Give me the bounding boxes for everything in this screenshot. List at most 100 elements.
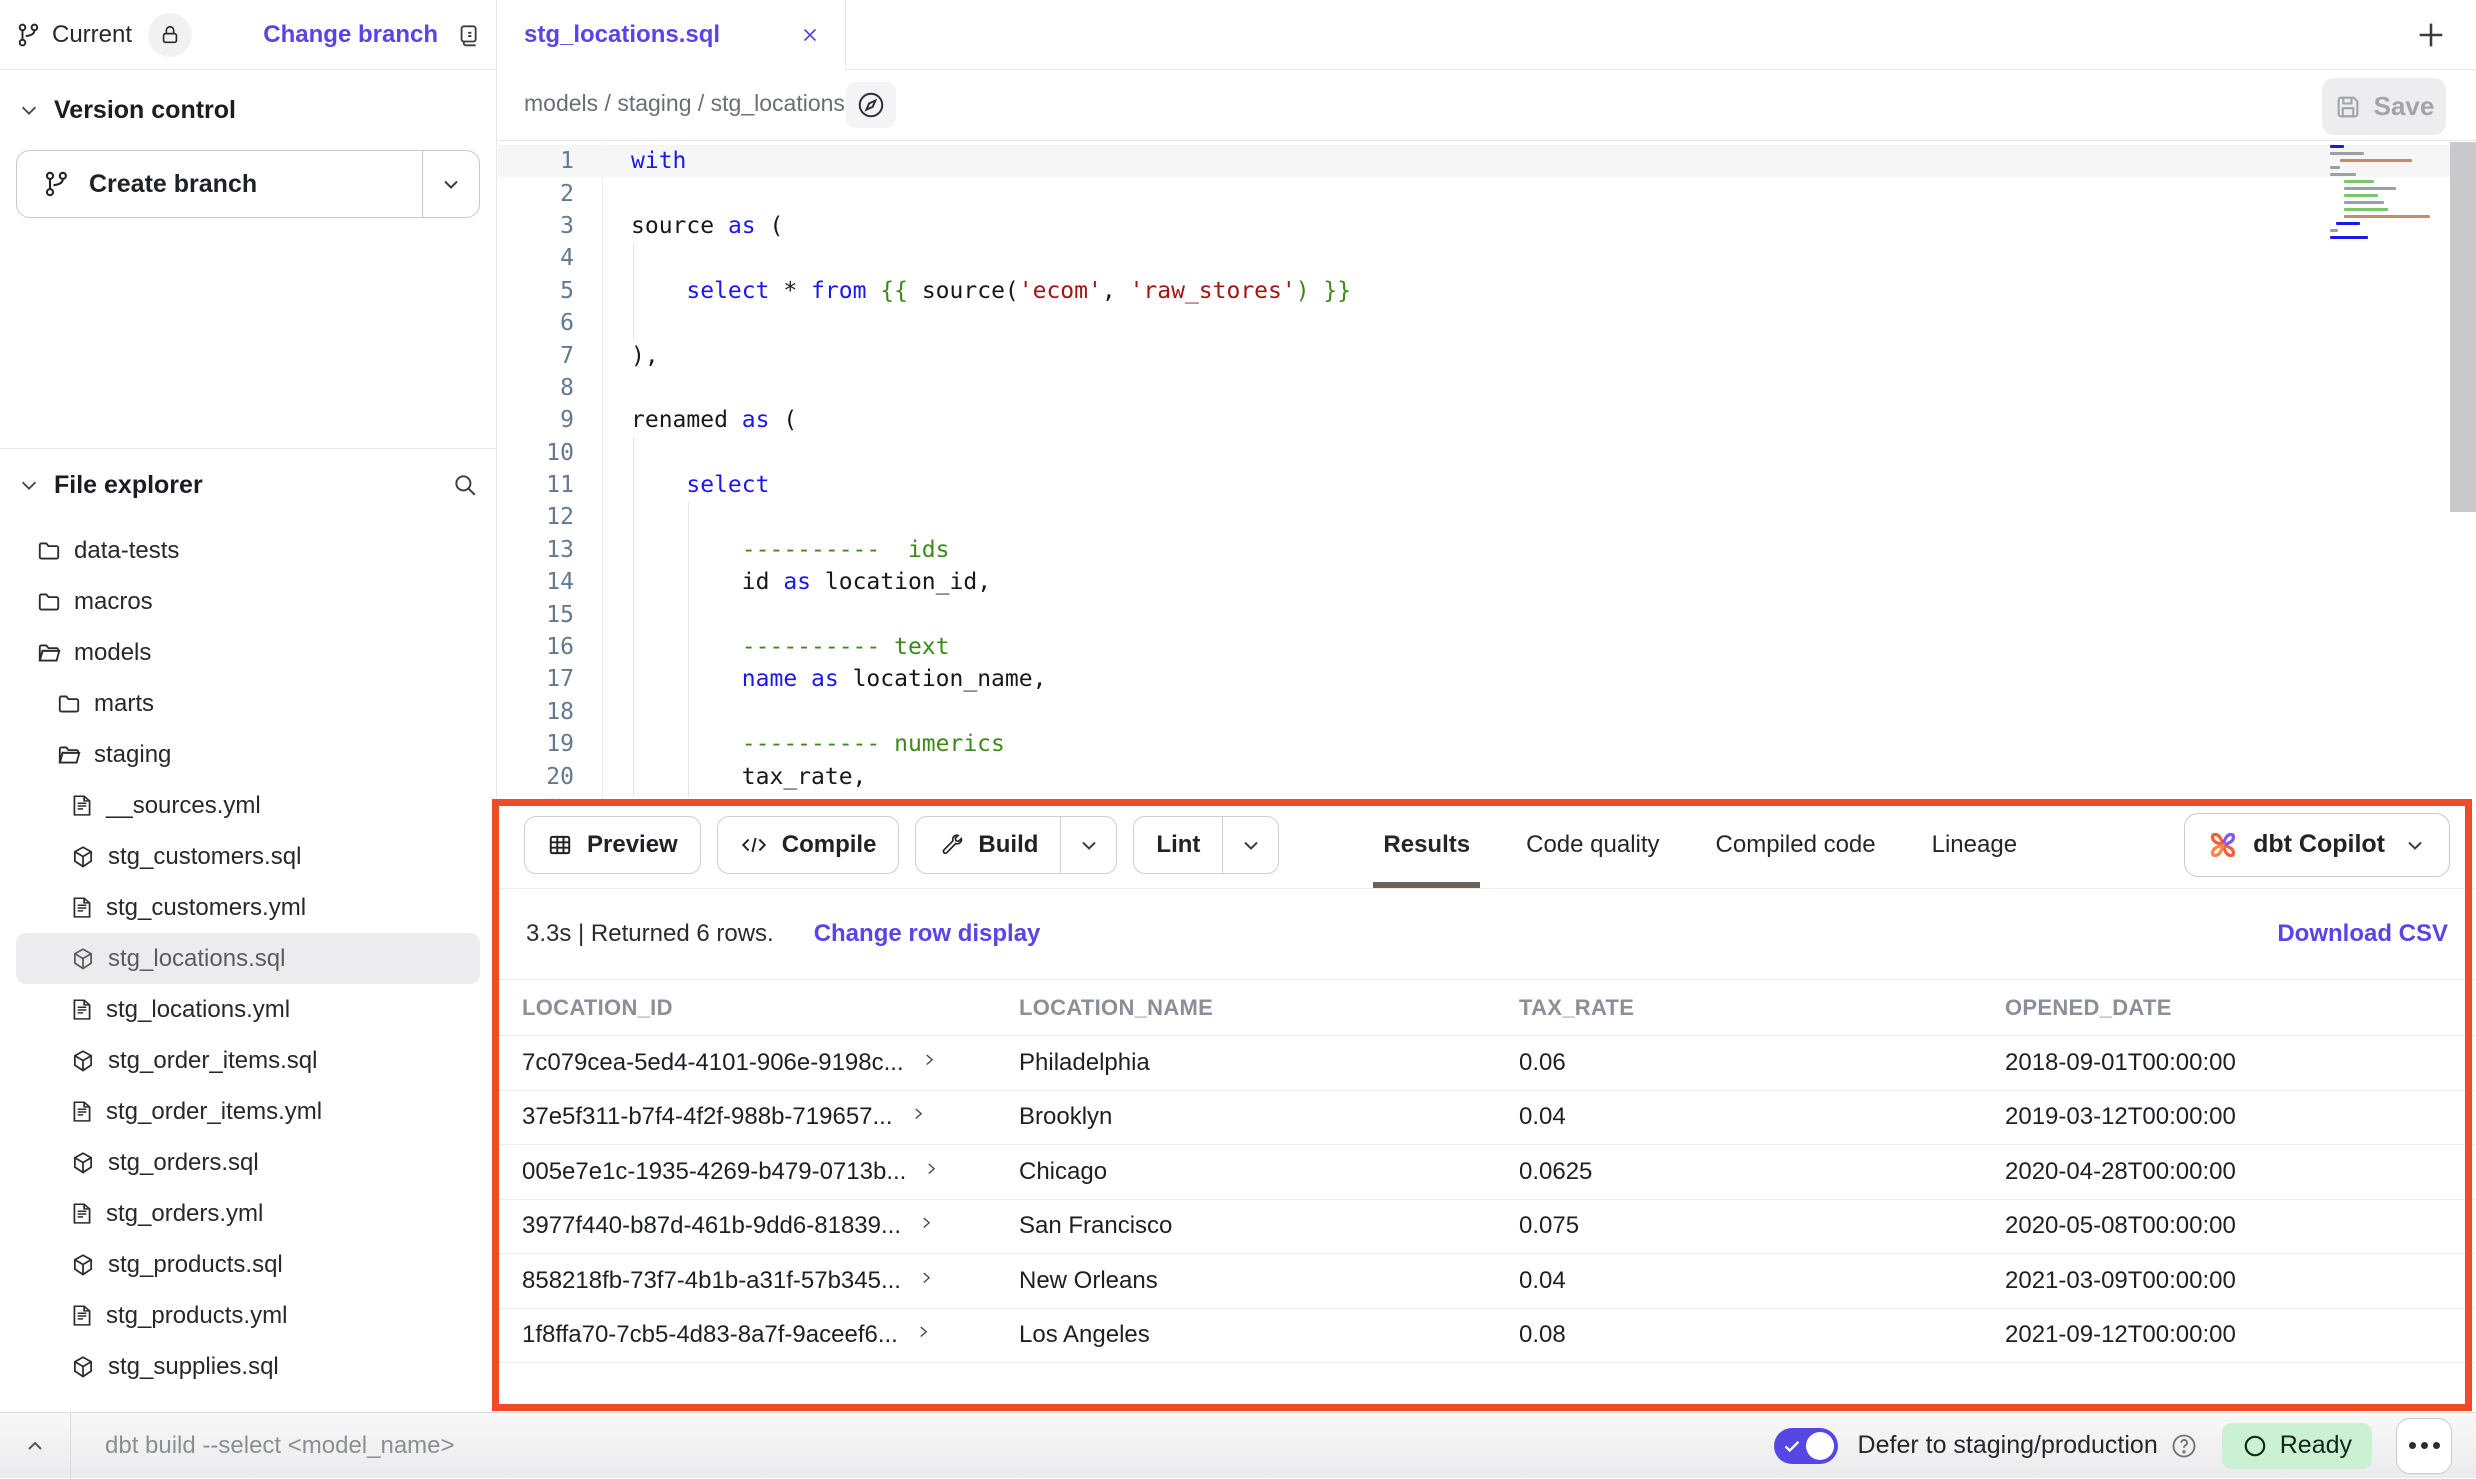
code-line-21[interactable]: 21 — [498, 793, 2476, 801]
tab-compiled-code[interactable]: Compiled code — [1688, 801, 1904, 888]
tree-file-stg_order_items.yml[interactable]: stg_order_items.yml — [16, 1086, 480, 1137]
compile-button[interactable]: Compile — [717, 816, 900, 874]
copy-icon[interactable] — [454, 22, 480, 48]
build-button[interactable]: Build — [915, 816, 1117, 874]
close-icon[interactable] — [799, 24, 821, 46]
tree-file-stg_customers.yml[interactable]: stg_customers.yml — [16, 882, 480, 933]
code-line-2[interactable]: 2 — [498, 177, 2476, 209]
document-icon — [70, 1099, 94, 1125]
check-icon — [1781, 1435, 1803, 1457]
minimap[interactable] — [2330, 145, 2446, 243]
tab-results[interactable]: Results — [1355, 801, 1498, 888]
expand-chevron-icon[interactable] — [922, 1160, 940, 1178]
version-control-title: Version control — [54, 96, 236, 125]
defer-toggle[interactable] — [1774, 1428, 1838, 1464]
dbt-copilot-button[interactable]: dbt Copilot — [2184, 813, 2450, 877]
tree-file-__sources.yml[interactable]: __sources.yml — [16, 780, 480, 831]
line-number: 3 — [498, 213, 574, 239]
code-line-5[interactable]: 5 select * from {{ source('ecom', 'raw_s… — [498, 275, 2476, 307]
download-csv-link[interactable]: Download CSV — [2277, 920, 2448, 948]
expand-chevron-icon[interactable] — [914, 1323, 932, 1341]
expand-chevron-icon[interactable] — [909, 1105, 927, 1123]
lint-dropdown[interactable] — [1222, 817, 1278, 873]
save-button[interactable]: Save — [2322, 78, 2446, 135]
search-icon[interactable] — [452, 472, 478, 498]
code-line-20[interactable]: 20 tax_rate, — [498, 760, 2476, 792]
tree-file-stg_customers.sql[interactable]: stg_customers.sql — [16, 831, 480, 882]
help-icon[interactable] — [2170, 1432, 2198, 1460]
table-row[interactable]: 37e5f311-b7f4-4f2f-988b-719657...Brookly… — [498, 1091, 2476, 1146]
code-line-7[interactable]: 7), — [498, 339, 2476, 371]
tree-item-label: stg_customers.sql — [108, 843, 301, 871]
code-line-8[interactable]: 8 — [498, 372, 2476, 404]
code-line-19[interactable]: 19 ---------- numerics — [498, 728, 2476, 760]
file-explorer-header[interactable]: File explorer — [0, 449, 496, 521]
create-branch-dropdown[interactable] — [423, 151, 479, 217]
more-options-button[interactable] — [2396, 1418, 2452, 1474]
tree-file-stg_supplies.sql[interactable]: stg_supplies.sql — [16, 1341, 480, 1392]
tab-lineage[interactable]: Lineage — [1904, 801, 2045, 888]
code-line-1[interactable]: 1with — [498, 145, 2476, 177]
tree-folder-models[interactable]: models — [16, 627, 480, 678]
expand-chevron-icon[interactable] — [917, 1269, 935, 1287]
code-line-10[interactable]: 10 — [498, 437, 2476, 469]
code-line-6[interactable]: 6 — [498, 307, 2476, 339]
code-line-11[interactable]: 11 select — [498, 469, 2476, 501]
chevron-up-icon[interactable] — [0, 1434, 70, 1458]
code-line-14[interactable]: 14 id as location_id, — [498, 566, 2476, 598]
code-text: name as location_name, — [574, 666, 1046, 692]
tab-strip: stg_locations.sql — [498, 0, 2476, 70]
table-row[interactable]: 858218fb-73f7-4b1b-a31f-57b345...New Orl… — [498, 1254, 2476, 1309]
defer-label: Defer to staging/production — [1858, 1431, 2158, 1460]
code-line-4[interactable]: 4 — [498, 242, 2476, 274]
tab-stg-locations-sql[interactable]: stg_locations.sql — [498, 0, 846, 70]
tree-file-stg_order_items.sql[interactable]: stg_order_items.sql — [16, 1035, 480, 1086]
lint-button[interactable]: Lint — [1133, 816, 1279, 874]
table-row[interactable]: 005e7e1c-1935-4269-b479-0713b...Chicago0… — [498, 1145, 2476, 1200]
line-number: 10 — [498, 440, 574, 466]
code-line-3[interactable]: 3source as ( — [498, 210, 2476, 242]
tab-code-quality[interactable]: Code quality — [1498, 801, 1687, 888]
breadcrumb: models / staging / stg_locations.sql — [524, 90, 881, 117]
tree-folder-staging[interactable]: staging — [16, 729, 480, 780]
code-line-13[interactable]: 13 ---------- ids — [498, 534, 2476, 566]
tree-file-stg_products.sql[interactable]: stg_products.sql — [16, 1239, 480, 1290]
change-row-display-link[interactable]: Change row display — [814, 920, 1041, 948]
tree-folder-data-tests[interactable]: data-tests — [16, 525, 480, 576]
build-dropdown[interactable] — [1060, 817, 1116, 873]
expand-chevron-icon[interactable] — [917, 1214, 935, 1232]
tree-file-stg_orders.sql[interactable]: stg_orders.sql — [16, 1137, 480, 1188]
tree-folder-marts[interactable]: marts — [16, 678, 480, 729]
expand-chevron-icon[interactable] — [920, 1051, 938, 1069]
code-line-17[interactable]: 17 name as location_name, — [498, 663, 2476, 695]
results-panel: Preview Compile Build Lint — [498, 801, 2476, 1412]
table-row[interactable]: 3977f440-b87d-461b-9dd6-81839...San Fran… — [498, 1200, 2476, 1255]
create-branch-button[interactable]: Create branch — [16, 150, 480, 218]
editor-scrollbar[interactable] — [2450, 142, 2476, 512]
tree-file-stg_locations.yml[interactable]: stg_locations.yml — [16, 984, 480, 1035]
line-number: 17 — [498, 666, 574, 692]
table-row[interactable]: 1f8ffa70-7cb5-4d83-8a7f-9aceef6...Los An… — [498, 1309, 2476, 1364]
code-line-18[interactable]: 18 — [498, 696, 2476, 728]
code-line-9[interactable]: 9renamed as ( — [498, 404, 2476, 436]
new-tab-plus-icon[interactable] — [2414, 18, 2448, 52]
preview-button[interactable]: Preview — [524, 816, 701, 874]
status-badge[interactable]: Ready — [2222, 1423, 2372, 1469]
tree-folder-macros[interactable]: macros — [16, 576, 480, 627]
compass-icon[interactable] — [846, 82, 896, 128]
code-line-15[interactable]: 15 — [498, 598, 2476, 630]
code-line-16[interactable]: 16 ---------- text — [498, 631, 2476, 663]
folder-icon — [56, 691, 82, 717]
tree-file-stg_orders.yml[interactable]: stg_orders.yml — [16, 1188, 480, 1239]
change-branch-link[interactable]: Change branch — [263, 21, 438, 49]
dbt-logo-icon — [2207, 829, 2239, 861]
version-control-header[interactable]: Version control — [0, 78, 496, 142]
table-row[interactable]: 7c079cea-5ed4-4101-906e-9198c...Philadel… — [498, 1036, 2476, 1091]
tree-file-stg_locations.sql[interactable]: stg_locations.sql — [16, 933, 480, 984]
tree-file-stg_products.yml[interactable]: stg_products.yml — [16, 1290, 480, 1341]
command-input[interactable]: dbt build --select <model_name> — [105, 1432, 455, 1460]
code-line-12[interactable]: 12 — [498, 501, 2476, 533]
code-editor[interactable]: 1with23source as (45 select * from {{ so… — [498, 141, 2476, 801]
lock-icon — [159, 24, 181, 46]
cell-opened-date: 2021-03-09T00:00:00 — [2005, 1267, 2476, 1295]
